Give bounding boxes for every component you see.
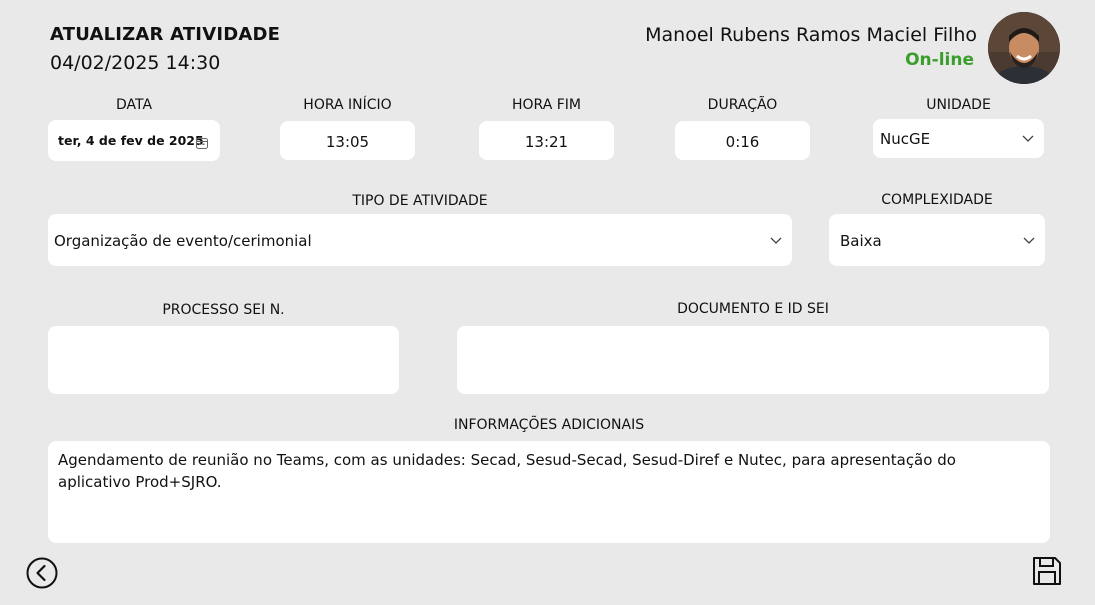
date-value: ter, 4 de fev de 2025 [58,133,204,148]
hora-inicio-value: 13:05 [325,133,370,151]
tipo-atividade-label: TIPO DE ATIVIDADE [352,193,488,209]
duracao-label: DURAÇÃO [707,97,778,113]
page-title: ATUALIZAR ATIVIDADE [50,24,281,45]
calendar-icon[interactable] [196,134,208,153]
current-datetime: 04/02/2025 14:30 [50,52,221,74]
tipo-atividade-value: Organização de evento/cerimonial [54,232,312,250]
back-arrow-icon[interactable] [26,557,58,593]
user-status: On-line [905,50,974,70]
hora-fim-input[interactable]: 13:21 [479,121,614,160]
avatar [988,12,1060,84]
chevron-down-icon[interactable] [1022,135,1034,143]
date-picker[interactable]: ter, 4 de fev de 2025 [48,120,220,161]
chevron-down-icon[interactable] [1023,237,1035,245]
informacoes-value: Agendamento de reunião no Teams, com as … [58,451,956,491]
hora-fim-value: 13:21 [524,133,569,151]
processo-sei-input[interactable] [48,326,399,394]
unidade-value: NucGE [880,130,931,148]
hora-fim-label: HORA FIM [512,97,581,113]
duracao-value: 0:16 [725,133,760,151]
documento-id-sei-input[interactable] [457,326,1049,394]
complexidade-value: Baixa [840,232,882,250]
user-name: Manoel Rubens Ramos Maciel Filho [645,24,977,46]
unidade-label: UNIDADE [926,97,991,113]
duracao-input[interactable]: 0:16 [675,121,810,160]
complexidade-select[interactable]: Baixa [829,214,1045,266]
hora-inicio-input[interactable]: 13:05 [280,121,415,160]
hora-inicio-label: HORA INÍCIO [303,97,392,113]
save-icon[interactable] [1032,556,1062,590]
chevron-down-icon[interactable] [770,237,782,245]
complexidade-label: COMPLEXIDADE [881,192,993,208]
unidade-select[interactable]: NucGE [873,119,1044,158]
informacoes-textarea[interactable]: Agendamento de reunião no Teams, com as … [48,441,1050,543]
documento-id-sei-label: DOCUMENTO E ID SEI [677,301,829,317]
processo-sei-label: PROCESSO SEI N. [162,302,285,318]
data-label: DATA [115,97,153,113]
informacoes-label: INFORMAÇÕES ADICIONAIS [453,417,645,433]
tipo-atividade-select[interactable]: Organização de evento/cerimonial [48,214,792,266]
